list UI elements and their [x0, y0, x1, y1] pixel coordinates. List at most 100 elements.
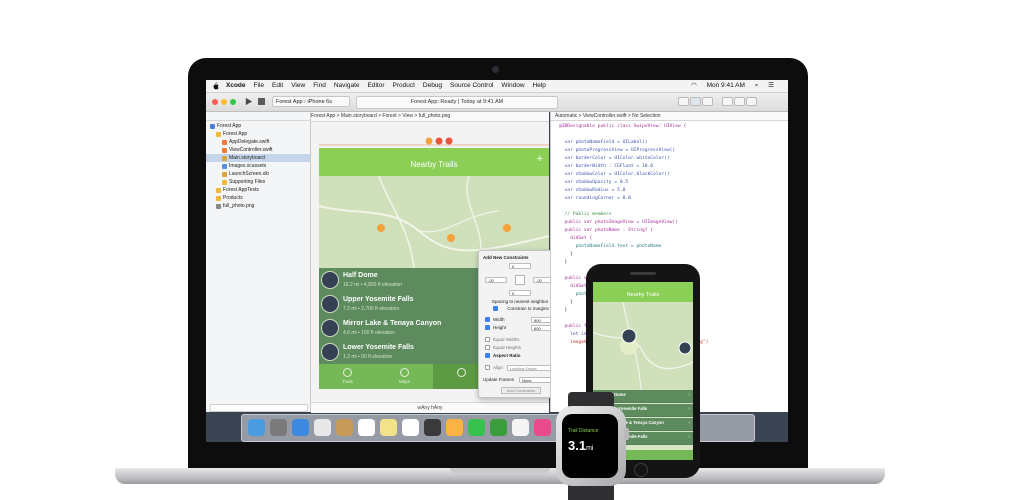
equal-heights-checkbox[interactable]	[485, 345, 490, 350]
file-list-item[interactable]: Forest App	[206, 130, 310, 138]
menu-item[interactable]: Find	[313, 80, 326, 92]
dock-app-icon[interactable]	[490, 419, 507, 436]
aspect-ratio-checkbox[interactable]	[485, 353, 490, 358]
dock-app-icon[interactable]	[292, 419, 309, 436]
version-editor-icon[interactable]	[702, 97, 713, 106]
tab-bar-item[interactable]: Maps	[376, 364, 433, 389]
align-label: Align	[493, 365, 504, 370]
menu-item[interactable]: Navigate	[334, 80, 360, 92]
debug-area-toggle-icon[interactable]	[734, 97, 745, 106]
width-checkbox[interactable]	[485, 317, 490, 322]
zoom-window-button[interactable]	[230, 99, 236, 105]
dock-app-icon[interactable]	[534, 419, 551, 436]
macbook-screen: Xcode File Edit View Find Navigate Editor Produ…	[206, 80, 788, 442]
align-checkbox[interactable]	[485, 365, 490, 370]
add-constraints-button[interactable]: Add Constraints	[501, 387, 541, 394]
dock-app-icon[interactable]	[402, 419, 419, 436]
file-list-item[interactable]: Forest App	[206, 122, 310, 130]
file-icon	[216, 132, 221, 137]
dock-app-icon[interactable]	[358, 419, 375, 436]
dock-app-icon[interactable]	[468, 419, 485, 436]
menu-item[interactable]: Edit	[272, 80, 283, 92]
trail-name: Half Dome	[343, 272, 378, 279]
clock[interactable]: Mon 9:41 AM	[707, 80, 745, 92]
apple-logo-icon[interactable]	[212, 82, 219, 90]
navigator-toggle-icon[interactable]	[722, 97, 733, 106]
tab-label: Maps	[398, 379, 410, 384]
dock-app-icon[interactable]	[446, 419, 463, 436]
size-class-control[interactable]: wAny hAny	[311, 402, 549, 413]
height-label: Height	[493, 325, 507, 330]
file-icon	[216, 196, 221, 201]
home-button[interactable]	[634, 463, 648, 477]
trail-name: Upper Yosemite Falls	[343, 296, 414, 303]
code-line: public var photoImageView = UIImageView(…	[559, 220, 678, 225]
storyboard-jump-bar[interactable]: Forest App > Main.storyboard > Forest > …	[311, 112, 549, 122]
file-icon	[222, 180, 227, 185]
left-constraint-field[interactable]: -20	[485, 277, 507, 283]
file-icon	[222, 148, 227, 153]
menu-item[interactable]: Editor	[368, 80, 385, 92]
menu-item[interactable]: Window	[501, 80, 524, 92]
file-list-item[interactable]: Images.xcassets	[206, 162, 310, 170]
wifi-icon[interactable]: ◠	[691, 80, 697, 92]
code-line: var shadowColor = UIColor.blackColor()	[559, 172, 670, 177]
menu-item[interactable]: Xcode	[226, 80, 246, 92]
file-list-item[interactable]: ViewController.swift	[206, 146, 310, 154]
close-window-button[interactable]	[212, 99, 218, 105]
file-list-item[interactable]: LaunchScreen.xib	[206, 170, 310, 178]
align-select[interactable]: Leading Edges	[507, 365, 555, 371]
scene-navigation-bar: Nearby Trails	[319, 148, 549, 176]
height-checkbox[interactable]	[485, 325, 490, 330]
file-icon	[222, 140, 227, 145]
file-list-item[interactable]: full_photo.png	[206, 202, 310, 210]
activity-status: Forest App: Ready | Today at 9:41 AM	[356, 96, 558, 109]
dock-app-icon[interactable]	[336, 419, 353, 436]
equal-widths-checkbox[interactable]	[485, 337, 490, 342]
minimize-window-button[interactable]	[221, 99, 227, 105]
view-controller-icon	[425, 137, 433, 145]
chevron-right-icon: ›	[688, 420, 690, 426]
iphone-map-view[interactable]	[593, 302, 693, 390]
dock-app-icon[interactable]	[248, 419, 265, 436]
menu-item[interactable]: View	[291, 80, 305, 92]
file-list-item[interactable]: Forest AppTests	[206, 186, 310, 194]
dock-app-icon[interactable]	[380, 419, 397, 436]
tab-bar-item[interactable]: Trails	[319, 364, 376, 389]
assistant-editor-icon[interactable]	[690, 97, 701, 106]
dock-app-icon[interactable]	[424, 419, 441, 436]
spotlight-icon[interactable]: ⌕	[755, 80, 759, 92]
add-icon[interactable]: +	[537, 154, 543, 165]
trail-pin-icon	[447, 234, 455, 242]
navigator-filter-input[interactable]	[210, 404, 308, 412]
menu-item[interactable]: Help	[533, 80, 546, 92]
dock-app-icon[interactable]	[512, 419, 529, 436]
bottom-constraint-field[interactable]: 0	[509, 290, 531, 296]
top-constraint-field[interactable]: 0	[509, 263, 531, 269]
run-icon[interactable]	[244, 97, 253, 106]
menu-item[interactable]: File	[254, 80, 264, 92]
scheme-name: Forest App	[276, 99, 303, 105]
file-list-item[interactable]: Products	[206, 194, 310, 202]
stop-icon[interactable]	[258, 98, 265, 105]
watch-metric-value: 3.1mi	[568, 438, 593, 453]
digital-crown[interactable]	[624, 428, 629, 440]
editor-jump-bar[interactable]: Automatic > ViewController.swift > No Se…	[551, 112, 788, 121]
menu-item[interactable]: Product	[392, 80, 414, 92]
file-icon	[222, 172, 227, 177]
menu-item[interactable]: Source Control	[450, 80, 493, 92]
file-name: Products	[223, 195, 243, 201]
file-list-item[interactable]: Main.storyboard	[206, 154, 310, 162]
scheme-selector[interactable]: Forest App › iPhone 6s	[272, 96, 350, 107]
utilities-toggle-icon[interactable]	[746, 97, 757, 106]
standard-editor-icon[interactable]	[678, 97, 689, 106]
code-line: var borderColor = UIColor.whiteColor()	[559, 156, 670, 161]
file-list-item[interactable]: Supporting Files	[206, 178, 310, 186]
menu-item[interactable]: Debug	[423, 80, 442, 92]
notification-center-icon[interactable]: ☰	[768, 80, 774, 92]
dock-app-icon[interactable]	[314, 419, 331, 436]
iphone-nav-bar: Nearby Trails	[593, 288, 693, 302]
file-name: Forest AppTests	[223, 187, 259, 193]
file-list-item[interactable]: AppDelegate.swift	[206, 138, 310, 146]
dock-app-icon[interactable]	[270, 419, 287, 436]
